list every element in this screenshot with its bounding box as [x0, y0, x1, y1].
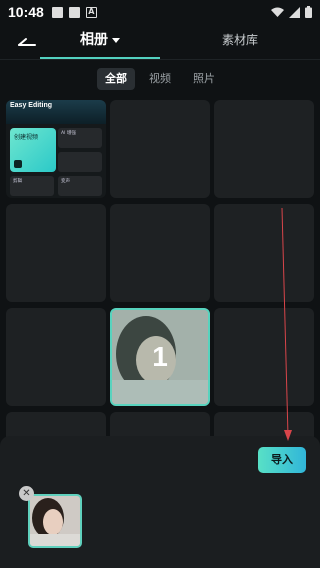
guide-arrow-icon [281, 207, 292, 441]
